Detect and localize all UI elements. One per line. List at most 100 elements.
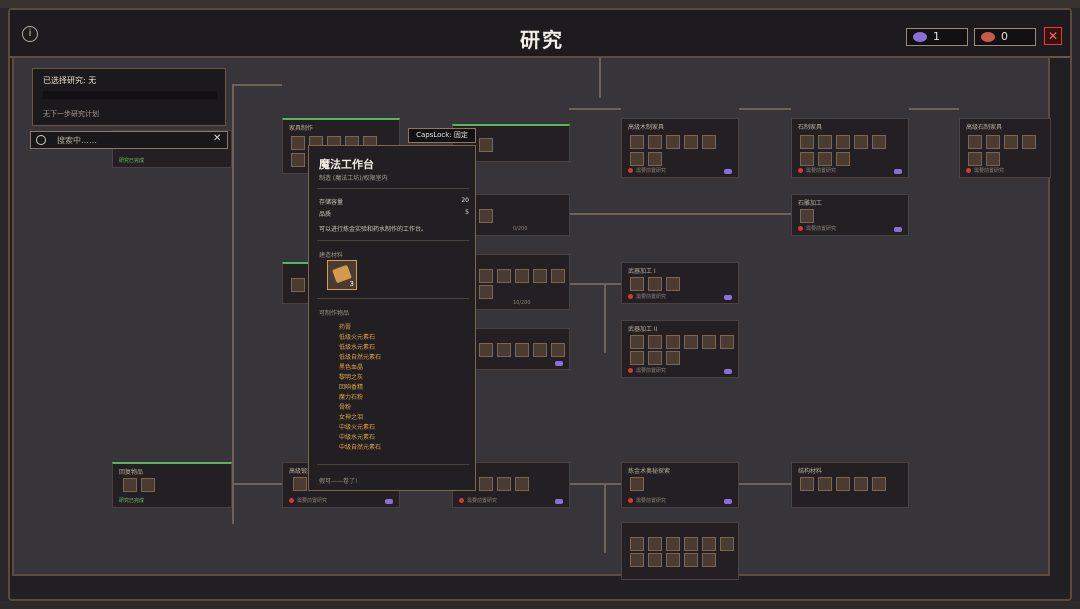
research-node[interactable]: 石雕加工 需要前置研究 — [791, 194, 909, 236]
node-title: 家具制作 — [289, 125, 314, 132]
node-status: 研究已完成 — [119, 498, 145, 504]
craft-item: 低级火元素石 — [339, 334, 376, 341]
craft-item: 回响香精 — [339, 384, 364, 391]
node-status: 需要前置研究 — [628, 167, 666, 174]
cost-icon — [724, 295, 732, 300]
craft-item: 骨粉 — [339, 404, 352, 411]
title-bar: i 研究 1 0 ✕ — [10, 10, 1070, 58]
next-research-label: 无下一步研究计划 — [43, 110, 99, 118]
bottom-hud-strip — [0, 601, 1080, 609]
info-icon[interactable]: i — [22, 26, 38, 42]
craft-item: 中级水元素石 — [339, 434, 376, 441]
craft-item: 药膏 — [339, 324, 352, 331]
craft-item: 中级火元素石 — [339, 424, 376, 431]
tooltip-subtitle: 制造 (魔法工坊)/权限室内 — [319, 175, 388, 182]
research-node[interactable]: 高级木制家具 需要前置研究 — [621, 118, 739, 178]
tree-connector — [232, 84, 234, 524]
tree-connector — [739, 108, 791, 110]
cost-icon — [385, 499, 393, 504]
screen: i 研究 1 0 ✕ 家具制作 研究已完成 高级木制家具 需要前置研究 石制家具… — [0, 0, 1080, 609]
search-input[interactable] — [57, 134, 207, 147]
node-title: 结构材料 — [798, 468, 823, 475]
tooltip-stat-capacity: 存储容量 20 — [319, 197, 469, 206]
node-title: 炼金术奥秘探索 — [628, 468, 671, 475]
craft-item: 低级水元素石 — [339, 344, 376, 351]
cost-icon — [724, 369, 732, 374]
item-tooltip: 魔法工作台 制造 (魔法工坊)/权限室内 存储容量 20 品质 5 可以进行炼金实验… — [308, 145, 476, 491]
node-progress: 10/200 — [513, 300, 531, 306]
research-node[interactable]: 炼金术奥秘探索 需要前置研究 — [621, 462, 739, 508]
tree-connector — [604, 483, 606, 553]
research-point-purple: 1 — [906, 28, 968, 46]
node-status: 研究已完成 — [119, 158, 145, 164]
clear-search-icon[interactable]: ✕ — [213, 133, 221, 144]
purple-gem-icon — [913, 32, 927, 42]
craft-item: 中级自然元素石 — [339, 444, 382, 451]
node-status: 需要前置研究 — [628, 293, 666, 300]
material-slot: 3 — [327, 260, 357, 290]
tree-connector — [569, 483, 621, 485]
search-box: ✕ — [30, 131, 228, 149]
tree-connector — [909, 108, 959, 110]
tree-connector — [569, 283, 621, 285]
node-title: 回复物品 — [119, 469, 144, 476]
purple-gem-count: 1 — [933, 30, 940, 43]
node-status: 需要前置研究 — [798, 225, 836, 232]
tree-connector — [232, 483, 282, 485]
tree-connector — [739, 483, 791, 485]
research-point-red: 0 — [974, 28, 1036, 46]
node-progress: 0/200 — [513, 226, 528, 232]
cost-icon — [555, 361, 563, 366]
tree-connector — [569, 213, 791, 215]
node-title: 武器加工 I — [628, 268, 656, 275]
research-progress-bar — [43, 91, 217, 99]
window-title: 研究 — [520, 28, 564, 52]
node-status: 需要前置研究 — [966, 167, 1004, 174]
tree-connector — [232, 84, 282, 86]
craft-item: 魔力石粉 — [339, 394, 364, 401]
craft-item: 黑色血晶 — [339, 364, 364, 371]
tooltip-description: 可以进行炼金实验和药水制作的工作台。 — [319, 226, 428, 233]
craft-item: 黎明之灰 — [339, 374, 364, 381]
research-node[interactable]: 石制家具 需要前置研究 — [791, 118, 909, 178]
crafts-label: 可制作物品 — [319, 310, 350, 317]
node-status: 需要前置研究 — [798, 167, 836, 174]
research-node[interactable] — [621, 522, 739, 580]
tree-connector — [604, 283, 606, 353]
close-button[interactable]: ✕ — [1044, 27, 1062, 45]
node-title: 石制家具 — [798, 124, 823, 131]
red-gem-count: 0 — [1001, 30, 1008, 43]
tooltip-footer: 假可——卷了! — [319, 478, 358, 485]
research-node[interactable]: 结构材料 — [791, 462, 909, 508]
cost-icon — [724, 169, 732, 174]
node-title: 高级木制家具 — [628, 124, 665, 131]
tooltip-title: 魔法工作台 — [319, 158, 374, 171]
node-status: 需要前置研究 — [628, 497, 666, 504]
research-node[interactable]: 武器加工 I 需要前置研究 — [621, 262, 739, 304]
node-status: 需要前置研究 — [289, 497, 327, 504]
research-node[interactable]: 回复物品 研究已完成 — [112, 462, 232, 508]
capslock-hint: CapsLock: 固定 — [408, 128, 476, 143]
cost-icon — [724, 499, 732, 504]
research-node[interactable]: 高级石制家具 需要前置研究 — [959, 118, 1051, 178]
materials-label: 建造材料 — [319, 252, 344, 259]
red-gem-icon — [981, 32, 995, 42]
material-qty: 3 — [349, 280, 354, 288]
top-hud-strip — [0, 0, 1080, 8]
craft-item: 女神之泪 — [339, 414, 364, 421]
cost-icon — [894, 169, 902, 174]
node-title: 武器加工 II — [628, 326, 658, 333]
cost-icon — [894, 227, 902, 232]
tree-connector — [599, 58, 601, 98]
tree-connector — [569, 108, 621, 110]
cost-icon — [555, 499, 563, 504]
selected-research-label: 已选择研究: 无 — [43, 76, 97, 85]
node-title: 高级石制家具 — [966, 124, 1003, 131]
research-node[interactable]: 武器加工 II 需要前置研究 — [621, 320, 739, 378]
node-status: 需要前置研究 — [459, 497, 497, 504]
selected-research-panel: 已选择研究: 无 无下一步研究计划 — [32, 68, 226, 126]
craft-item: 低级自然元素石 — [339, 354, 382, 361]
search-icon — [36, 135, 46, 145]
node-status: 需要前置研究 — [628, 367, 666, 374]
node-title: 石雕加工 — [798, 200, 823, 207]
